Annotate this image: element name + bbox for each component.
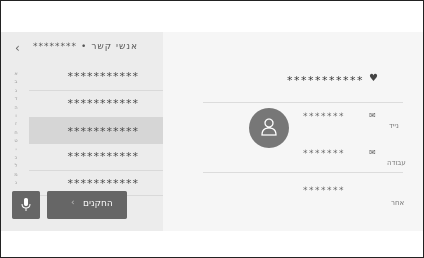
contact-list-item[interactable]: *********** xyxy=(29,64,163,88)
screen: ‹ ******** • אנשי קשר א ב ג ד ה ו ז ח ט י … xyxy=(1,32,423,231)
contact-detail-panel: *********** ♥ ******* ✉ נייד ******* ✉ ע… xyxy=(163,32,423,231)
phone-label: עבודה xyxy=(387,159,406,167)
contact-name: *********** xyxy=(67,150,139,163)
person-icon xyxy=(261,118,277,136)
contact-name: *********** xyxy=(67,70,139,83)
phone-value[interactable]: ******* xyxy=(303,186,345,196)
contact-list-item-selected[interactable]: *********** xyxy=(29,117,163,144)
alphabet-index[interactable]: א ב ג ד ה ו ז ח ט י כ ל מ נ xyxy=(13,70,19,188)
favorite-heart-icon[interactable]: ♥ xyxy=(369,73,378,84)
index-letter[interactable]: י xyxy=(13,146,19,154)
contact-name: *********** xyxy=(67,177,139,190)
voice-search-button[interactable] xyxy=(12,191,40,219)
index-letter[interactable]: ו xyxy=(13,112,19,120)
index-letter[interactable]: ז xyxy=(13,120,19,128)
avatar xyxy=(249,108,289,148)
favorites-button[interactable]: ‹ החקנים xyxy=(47,191,127,219)
envelope-icon[interactable]: ✉ xyxy=(369,111,376,120)
contact-list-item[interactable]: *********** xyxy=(29,91,163,115)
breadcrumb-masked-name: ******** xyxy=(33,42,77,52)
phone-value[interactable]: ******* xyxy=(303,112,345,122)
phone-label: נייד xyxy=(389,122,399,130)
back-chevron-icon[interactable]: ‹ xyxy=(15,41,20,55)
contact-name: *********** xyxy=(67,97,139,110)
breadcrumb-title: אנשי קשר xyxy=(91,42,139,52)
detail-divider xyxy=(203,172,403,173)
detail-divider xyxy=(203,102,403,103)
microphone-icon xyxy=(21,198,31,211)
index-letter[interactable]: ל xyxy=(13,162,19,170)
breadcrumb-separator: • xyxy=(81,42,88,52)
index-letter[interactable]: ג xyxy=(13,87,19,95)
index-letter[interactable]: א xyxy=(13,70,19,78)
index-letter[interactable]: נ xyxy=(13,179,19,187)
index-letter[interactable]: כ xyxy=(13,154,19,162)
index-letter[interactable]: ה xyxy=(13,104,19,112)
breadcrumb: ******** • אנשי קשר xyxy=(33,42,138,52)
contact-detail-name: *********** xyxy=(287,74,364,87)
index-letter[interactable]: ט xyxy=(13,137,19,145)
device-frame: ‹ ******** • אנשי קשר א ב ג ד ה ו ז ח ט י … xyxy=(0,0,424,258)
index-letter[interactable]: ב xyxy=(13,78,19,86)
phone-value[interactable]: ******* xyxy=(303,149,345,159)
index-letter[interactable]: ח xyxy=(13,129,19,137)
index-letter[interactable]: ד xyxy=(13,95,19,103)
phone-label: אחר xyxy=(391,199,405,207)
favorites-label: החקנים xyxy=(83,199,113,209)
contacts-panel: ‹ ******** • אנשי קשר א ב ג ד ה ו ז ח ט י … xyxy=(1,32,163,231)
chevron-left-icon: ‹ xyxy=(71,198,75,208)
contact-name: *********** xyxy=(67,125,139,138)
contact-list-item[interactable]: *********** xyxy=(29,144,163,168)
index-letter[interactable]: מ xyxy=(13,171,19,179)
envelope-icon[interactable]: ✉ xyxy=(369,148,376,157)
